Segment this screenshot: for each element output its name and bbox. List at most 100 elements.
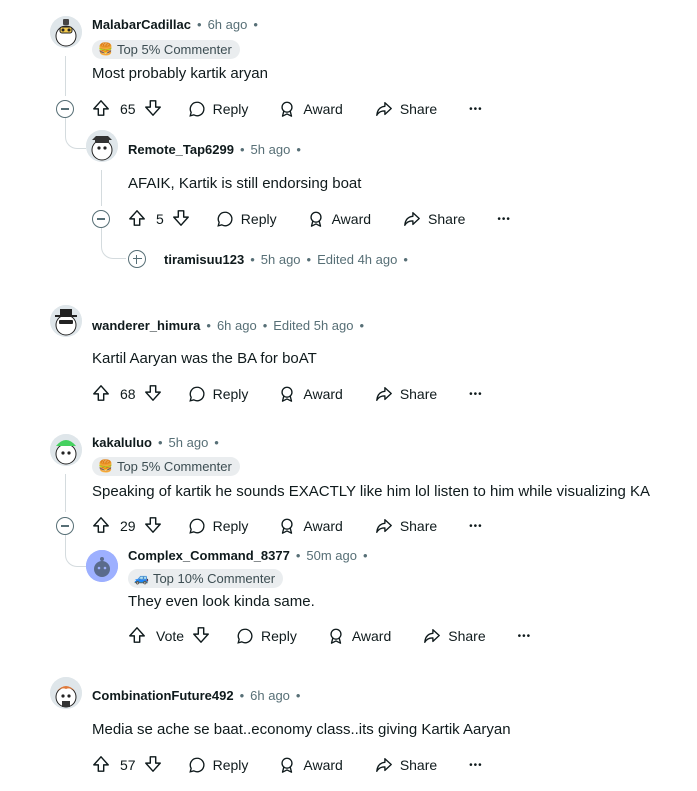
timestamp[interactable]: 5h ago — [251, 142, 291, 157]
downvote-icon — [144, 99, 161, 116]
upvote-button[interactable] — [128, 209, 146, 230]
award-button[interactable]: Award — [278, 378, 343, 410]
share-button[interactable]: Share — [423, 620, 486, 652]
username[interactable]: tiramisuu123 — [164, 252, 244, 267]
separator: • — [359, 317, 365, 333]
upvote-button[interactable] — [92, 516, 110, 537]
more-options-button[interactable]: ••• — [469, 104, 483, 115]
collapse-thread-button[interactable] — [92, 210, 110, 228]
upvote-icon — [93, 384, 109, 401]
comment-body: Media se ache se baat..economy class..it… — [92, 721, 511, 738]
avatar[interactable] — [86, 130, 118, 162]
username[interactable]: Remote_Tap6299 — [128, 142, 234, 157]
reply-label: Reply — [212, 386, 249, 402]
username[interactable]: CombinationFuture492 — [92, 688, 234, 703]
avatar[interactable] — [50, 434, 82, 466]
award-button[interactable]: Award — [278, 749, 343, 781]
award-button[interactable]: Award — [307, 203, 371, 235]
share-button[interactable]: Share — [375, 749, 437, 781]
share-icon — [404, 212, 420, 226]
comment-meta: Remote_Tap6299 • 5h ago • — [128, 139, 301, 159]
share-button[interactable]: Share — [375, 93, 437, 125]
avatar[interactable] — [50, 16, 82, 48]
downvote-button[interactable] — [144, 755, 162, 776]
more-options-button[interactable]: ••• — [469, 389, 483, 400]
username[interactable]: Complex_Command_8377 — [128, 548, 290, 563]
vote-label: Vote — [156, 628, 185, 644]
share-icon — [375, 102, 392, 116]
share-button[interactable]: Share — [403, 203, 465, 235]
upvote-button[interactable] — [92, 384, 110, 405]
downvote-button[interactable] — [144, 516, 162, 537]
reply-button[interactable]: Reply — [188, 378, 249, 410]
comment-meta: wanderer_himura • 6h ago • Edited 5h ago… — [92, 315, 364, 335]
reply-button[interactable]: Reply — [188, 510, 248, 542]
comment-meta: MalabarCadillac • 6h ago • — [92, 14, 258, 34]
downvote-button[interactable] — [192, 626, 210, 647]
separator: • — [295, 547, 301, 563]
upvote-icon — [129, 626, 145, 643]
timestamp[interactable]: 5h ago — [169, 435, 209, 450]
timestamp[interactable]: 5h ago — [261, 252, 301, 267]
flair-label: Top 10% Commenter — [152, 571, 276, 586]
burger-icon: 🍔 — [98, 459, 113, 473]
reply-icon — [188, 386, 205, 402]
collapse-thread-button[interactable] — [56, 100, 74, 118]
downvote-button[interactable] — [144, 384, 162, 405]
award-button[interactable]: Award — [278, 93, 343, 125]
user-flair: 🍔 Top 5% Commenter — [92, 40, 240, 59]
flair-label: Top 5% Commenter — [116, 459, 232, 474]
more-options-button[interactable]: ••• — [497, 214, 511, 225]
upvote-icon — [93, 516, 109, 533]
separator: • — [253, 16, 258, 32]
expand-thread-button[interactable] — [128, 250, 146, 268]
reply-button[interactable]: Reply — [236, 620, 297, 652]
comment-actions: 5 Reply Award Share ••• — [128, 203, 511, 235]
upvote-button[interactable] — [128, 626, 146, 647]
reply-button[interactable]: Reply — [216, 203, 277, 235]
collapse-thread-button[interactable] — [56, 517, 74, 535]
timestamp[interactable]: 50m ago — [306, 548, 357, 563]
reply-button[interactable]: Reply — [188, 93, 248, 125]
more-options-button[interactable]: ••• — [469, 521, 483, 532]
separator: • — [295, 687, 301, 703]
username[interactable]: kakaluluo — [92, 435, 152, 450]
downvote-button[interactable] — [144, 99, 162, 120]
thread-connector — [65, 540, 86, 567]
avatar[interactable] — [86, 550, 118, 582]
reply-icon — [188, 518, 205, 534]
avatar[interactable] — [50, 305, 82, 337]
timestamp[interactable]: 6h ago — [217, 318, 257, 333]
downvote-button[interactable] — [172, 209, 190, 230]
separator: • — [206, 317, 211, 333]
award-icon — [281, 386, 293, 402]
upvote-button[interactable] — [92, 755, 110, 776]
share-button[interactable]: Share — [375, 510, 437, 542]
comment-actions: 57 Reply Award Share ••• — [92, 749, 483, 781]
award-button[interactable]: Award — [327, 620, 391, 652]
share-label: Share — [399, 386, 438, 402]
share-icon — [424, 629, 441, 643]
separator: • — [296, 141, 301, 157]
more-options-button[interactable]: ••• — [469, 760, 483, 771]
username[interactable]: wanderer_himura — [92, 318, 200, 333]
award-button[interactable]: Award — [278, 510, 343, 542]
upvote-button[interactable] — [92, 99, 110, 120]
share-button[interactable]: Share — [375, 378, 437, 410]
upvote-icon — [93, 99, 109, 116]
share-label: Share — [448, 628, 486, 644]
share-icon — [375, 387, 392, 401]
reply-button[interactable]: Reply — [188, 749, 248, 781]
award-label: Award — [303, 386, 343, 402]
timestamp[interactable]: 6h ago — [208, 17, 248, 32]
comment-actions: 68 Reply Award Share ••• — [92, 378, 483, 410]
comment-meta: Complex_Command_8377 • 50m ago • — [128, 545, 368, 565]
timestamp[interactable]: 6h ago — [250, 688, 290, 703]
downvote-icon — [193, 626, 209, 643]
user-flair: 🚙 Top 10% Commenter — [128, 569, 284, 588]
downvote-icon — [172, 209, 189, 226]
username[interactable]: MalabarCadillac — [92, 17, 191, 32]
more-options-button[interactable]: ••• — [518, 631, 532, 642]
thread-connector — [65, 128, 86, 149]
avatar[interactable] — [50, 677, 82, 709]
